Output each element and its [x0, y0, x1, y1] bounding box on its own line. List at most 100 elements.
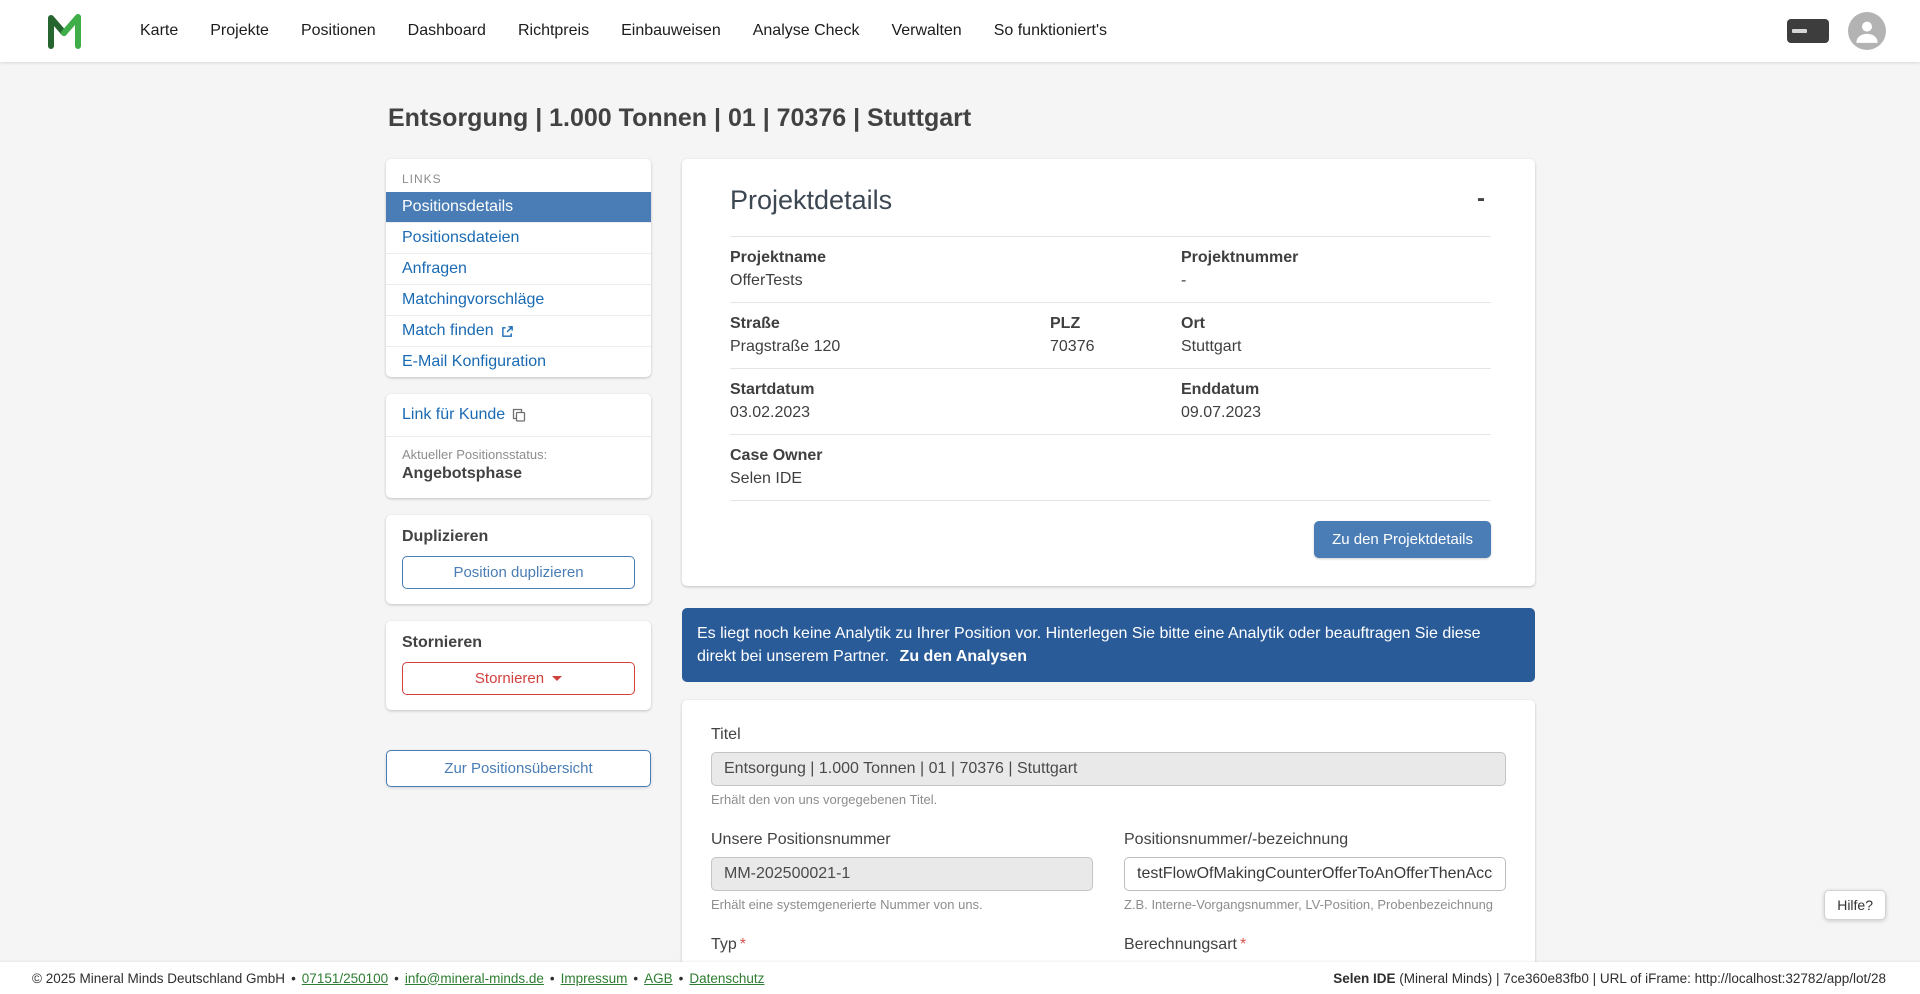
card-icon[interactable]: [1786, 17, 1830, 45]
field-plz: PLZ 70376: [1050, 315, 1181, 356]
field-label: Projektnummer: [1181, 249, 1299, 266]
help-button[interactable]: Hilfe?: [1824, 890, 1886, 920]
sidebar-item-label: Positionsdateien: [402, 229, 520, 246]
sidebar-item-match-finden[interactable]: Match finden: [386, 316, 651, 347]
field-label: Ort: [1181, 315, 1205, 332]
field-label: Startdatum: [730, 381, 815, 398]
bezeichnung-helper: Z.B. Interne-Vorgangsnummer, LV-Position…: [1124, 897, 1494, 913]
caret-down-icon: [552, 676, 563, 681]
field-value: Pragstraße 120: [730, 338, 841, 355]
copy-icon: [513, 408, 526, 422]
sidebar-item-positionsdetails[interactable]: Positionsdetails: [386, 192, 651, 223]
field-label: Straße: [730, 315, 780, 332]
mineral-minds-logo-icon: [48, 14, 81, 49]
required-asterisk: *: [739, 936, 747, 954]
field-label: Projektname: [730, 249, 827, 266]
field-value: 09.07.2023: [1181, 404, 1262, 421]
separator-dot: •: [291, 970, 296, 986]
duplicate-position-button[interactable]: Position duplizieren: [402, 556, 635, 589]
bezeichnung-field: Positionsnummer/-bezeichnung Z.B. Intern…: [1124, 831, 1506, 912]
field-label: Case Owner: [730, 447, 823, 464]
sidebar-item-matchingvorschlaege[interactable]: Matchingvorschläge: [386, 285, 651, 316]
nav-analyse-check[interactable]: Analyse Check: [753, 22, 860, 40]
go-to-project-details-button[interactable]: Zu den Projektdetails: [1314, 521, 1491, 558]
footer-session-details: (Mineral Minds) | 7ce360e83fb0 | URL of …: [1395, 970, 1886, 986]
customer-link-label: Link für Kunde: [402, 406, 506, 423]
field-ort: Ort Stuttgart: [1181, 315, 1491, 356]
separator-dot: •: [678, 970, 684, 986]
position-form-card: Titel Erhält den von uns vorgegebenen Ti…: [682, 700, 1535, 994]
user-avatar[interactable]: [1848, 12, 1886, 50]
field-strasse: Straße Pragstraße 120: [730, 315, 1050, 356]
berechnungsart-label-text: Berechnungsart: [1124, 936, 1237, 954]
field-value: -: [1181, 272, 1187, 289]
positionsnummer-label: Unsere Positionsnummer: [711, 831, 891, 849]
nav-positionen[interactable]: Positionen: [301, 22, 376, 40]
cancel-header: Stornieren: [402, 634, 483, 651]
sidebar-item-label: Matchingvorschläge: [402, 291, 545, 308]
field-value: 03.02.2023: [730, 404, 811, 421]
nav-einbauweisen[interactable]: Einbauweisen: [621, 22, 721, 40]
external-link-icon: [501, 325, 513, 337]
brand-logo[interactable]: [46, 12, 84, 50]
nav-dashboard[interactable]: Dashboard: [408, 22, 486, 40]
sidebar-item-email-konfiguration[interactable]: E-Mail Konfiguration: [386, 347, 651, 377]
sidebar-item-label: Positionsdetails: [402, 198, 514, 215]
sidebar-item-positionsdateien[interactable]: Positionsdateien: [386, 223, 651, 254]
nav-richtpreis[interactable]: Richtpreis: [518, 22, 589, 40]
cancel-card: Stornieren Stornieren: [386, 621, 651, 710]
berechnungsart-label: Berechnungsart *: [1124, 936, 1506, 954]
footer-session-info: Selen IDE (Mineral Minds) | 7ce360e83fb0…: [1333, 971, 1886, 986]
field-case-owner: Case Owner Selen IDE: [730, 447, 1050, 488]
required-asterisk: *: [1239, 936, 1247, 954]
bezeichnung-input[interactable]: [1124, 857, 1506, 892]
separator-dot: •: [394, 970, 399, 986]
positionsnummer-input[interactable]: [711, 857, 1093, 892]
nav-projekte[interactable]: Projekte: [210, 22, 269, 40]
titel-input[interactable]: [711, 752, 1506, 787]
typ-label: Typ *: [711, 936, 1093, 954]
titel-label: Titel: [711, 726, 741, 744]
separator-dot: •: [633, 970, 639, 986]
sidebar: LINKS Positionsdetails Positionsdateien …: [386, 159, 651, 787]
position-overview-button[interactable]: Zur Positionsübersicht: [386, 750, 651, 787]
field-value: Selen IDE: [730, 470, 803, 487]
duplicate-card: Duplizieren Position duplizieren: [386, 515, 651, 604]
positionsnummer-field: Unsere Positionsnummer Erhält eine syste…: [711, 831, 1093, 912]
sidebar-links-card: LINKS Positionsdetails Positionsdateien …: [386, 159, 651, 377]
footer-email-link[interactable]: info@mineral-minds.de: [405, 971, 544, 986]
footer-links: © 2025 Mineral Minds Deutschland GmbH • …: [32, 971, 764, 986]
go-to-analyses-link[interactable]: Zu den Analysen: [900, 648, 1027, 665]
footer-phone-link[interactable]: 07151/250100: [302, 971, 388, 986]
footer-agb-link[interactable]: AGB: [644, 971, 673, 986]
field-label: PLZ: [1050, 315, 1081, 332]
nav-so-funktionierts[interactable]: So funktioniert's: [994, 22, 1107, 40]
positionsnummer-helper: Erhält eine systemgenerierte Nummer von …: [711, 897, 983, 913]
page-title: Entsorgung | 1.000 Tonnen | 01 | 70376 |…: [388, 104, 972, 132]
duplicate-header: Duplizieren: [402, 528, 489, 545]
banner-text: Es liegt noch keine Analytik zu Ihrer Po…: [697, 625, 1481, 666]
analytics-info-banner: Es liegt noch keine Analytik zu Ihrer Po…: [682, 608, 1535, 683]
nav-verwalten[interactable]: Verwalten: [891, 22, 961, 40]
separator-dot: •: [549, 970, 555, 986]
titel-helper: Erhält den von uns vorgegebenen Titel.: [711, 792, 938, 808]
footer-user-name: Selen IDE: [1333, 970, 1396, 986]
links-header: LINKS: [402, 172, 442, 186]
sidebar-item-anfragen[interactable]: Anfragen: [386, 254, 651, 285]
customer-link[interactable]: Link für Kunde: [402, 406, 526, 424]
top-navbar: Karte Projekte Positionen Dashboard Rich…: [0, 0, 1920, 62]
field-enddatum: Enddatum 09.07.2023: [1181, 381, 1491, 422]
position-status-label: Aktueller Positionsstatus:: [402, 447, 548, 462]
nav-karte[interactable]: Karte: [140, 22, 178, 40]
footer-impressum-link[interactable]: Impressum: [561, 971, 628, 986]
cancel-position-button[interactable]: Stornieren: [402, 662, 635, 695]
project-details-title: Projektdetails: [730, 185, 893, 215]
field-projektnummer: Projektnummer -: [1181, 249, 1491, 290]
project-details-table: Projektname OfferTests Projektnummer - S…: [730, 236, 1491, 501]
footer: © 2025 Mineral Minds Deutschland GmbH • …: [0, 962, 1920, 994]
sidebar-item-label: Match finden: [402, 322, 494, 339]
field-label: Enddatum: [1181, 381, 1260, 398]
titel-field: Titel Erhält den von uns vorgegebenen Ti…: [711, 726, 1506, 807]
collapse-button[interactable]: -: [1471, 185, 1491, 213]
footer-datenschutz-link[interactable]: Datenschutz: [689, 971, 764, 986]
